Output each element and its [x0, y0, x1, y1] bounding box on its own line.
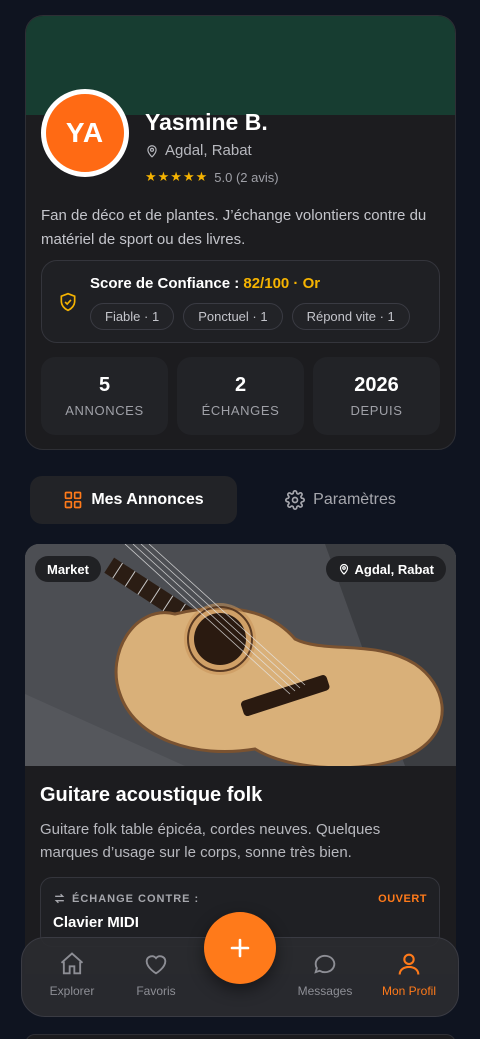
listing-category-badge: Market: [35, 556, 101, 582]
exchange-value: Clavier MIDI: [53, 914, 139, 931]
stat-listings: 5 ANNONCES: [41, 357, 168, 435]
listing-description: Guitare folk table épicéa, cordes neuves…: [40, 821, 381, 861]
stat-since: 2026 DEPUIS: [313, 357, 440, 435]
shield-check-icon: [60, 292, 76, 312]
trust-chip-responsive: Répond vite · 1: [291, 303, 410, 330]
profile-location-text: Agdal, Rabat: [165, 142, 252, 159]
trust-chips: Fiable · 1 Ponctuel · 1 Répond vite · 1: [90, 303, 410, 330]
nav-explorer[interactable]: Explorer: [27, 950, 117, 998]
add-listing-button[interactable]: [204, 912, 276, 984]
stat-exchanges: 2 ÉCHANGES: [177, 357, 304, 435]
nav-mon-profil[interactable]: Mon Profil: [364, 950, 454, 998]
trust-chip-punctual: Ponctuel · 1: [183, 303, 283, 330]
stat-value: 5: [98, 374, 111, 396]
tab-settings[interactable]: Paramètres: [237, 476, 444, 524]
next-listing-card[interactable]: [25, 1034, 456, 1039]
nav-label: Messages: [297, 984, 353, 998]
nav-messages[interactable]: Messages: [280, 950, 370, 998]
user-icon: [398, 953, 420, 975]
home-icon: [60, 952, 84, 975]
listing-location-badge: Agdal, Rabat: [325, 556, 446, 582]
chat-icon: [314, 954, 336, 974]
stat-value: 2026: [354, 374, 399, 396]
plus-icon: [230, 938, 250, 958]
nav-label: Explorer: [49, 984, 95, 998]
listing-photo[interactable]: Market Agdal, Rabat: [25, 544, 456, 766]
swap-arrows-icon: [54, 893, 65, 904]
location-pin-icon: [147, 144, 157, 158]
listing-location-text: Agdal, Rabat: [354, 561, 434, 577]
tab-label: Mes Annonces: [91, 491, 204, 508]
listing-title[interactable]: Guitare acoustique folk: [40, 784, 262, 807]
profile-card: YA Yasmine B. Agdal, Rabat ★★★★★ 5.0 (2 …: [25, 15, 456, 450]
stat-label: ANNONCES: [65, 403, 144, 418]
exchange-status: OUVERT: [378, 893, 427, 905]
star-rating-icon: ★★★★★: [145, 169, 209, 184]
trust-score-value: 82/100 · Or: [243, 275, 321, 292]
listing-card[interactable]: Market Agdal, Rabat Guitare acoustique f…: [25, 544, 456, 974]
profile-tabs: Mes Annonces Paramètres: [30, 476, 450, 524]
profile-rating: ★★★★★ 5.0 (2 avis): [145, 169, 279, 185]
nav-favoris[interactable]: Favoris: [111, 950, 201, 998]
trust-score-box: Score de Confiance : 82/100 · Or Fiable …: [41, 260, 440, 343]
exchange-label-text: ÉCHANGE CONTRE :: [72, 892, 200, 905]
rating-text: 5.0 (2 avis): [214, 169, 279, 185]
heart-icon: [145, 955, 167, 975]
avatar[interactable]: YA: [41, 89, 129, 177]
stat-value: 2: [234, 374, 247, 396]
location-pin-icon: [339, 563, 348, 575]
nav-label: Favoris: [136, 984, 176, 998]
grid-icon: [64, 491, 82, 509]
exchange-label: ÉCHANGE CONTRE :: [53, 892, 199, 905]
stat-label: DEPUIS: [350, 403, 403, 418]
trust-chip-reliable: Fiable · 1: [90, 303, 175, 330]
gear-icon: [285, 490, 306, 510]
tab-label: Paramètres: [313, 491, 396, 508]
profile-name: Yasmine B.: [145, 109, 268, 135]
profile-bio: Fan de déco et de plantes. J’échange vol…: [41, 207, 427, 248]
trust-score-label: Score de Confiance :: [90, 275, 244, 292]
stat-label: ÉCHANGES: [201, 403, 280, 418]
profile-location: Agdal, Rabat: [145, 142, 252, 159]
tab-my-listings[interactable]: Mes Annonces: [30, 476, 237, 524]
nav-label: Mon Profil: [381, 984, 437, 998]
trust-score-title: Score de Confiance : 82/100 · Or: [90, 275, 320, 292]
profile-stats: 5 ANNONCES 2 ÉCHANGES 2026 DEPUIS: [41, 357, 440, 435]
